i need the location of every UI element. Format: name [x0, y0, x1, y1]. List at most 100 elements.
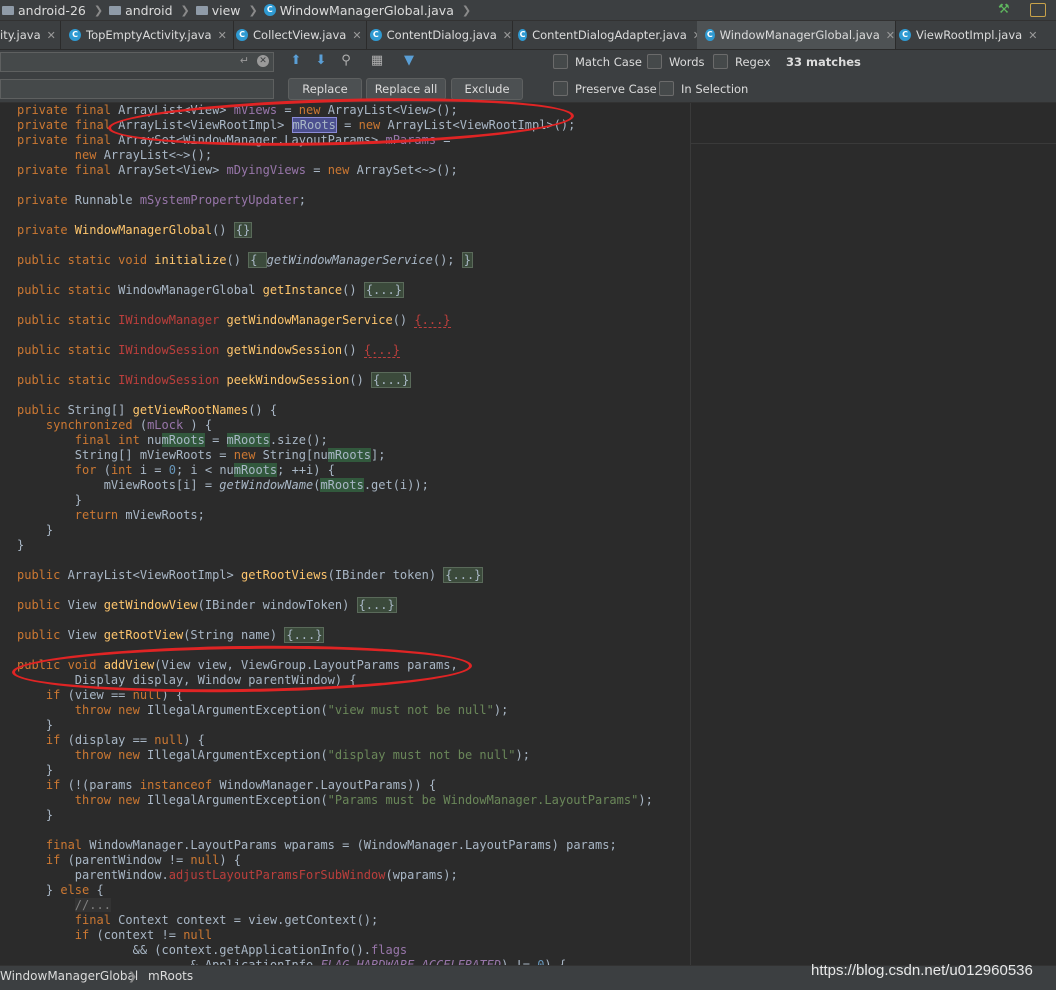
replace-all-button[interactable]: Replace all — [366, 78, 446, 100]
code-line[interactable] — [0, 298, 690, 313]
checkbox-box[interactable] — [713, 54, 728, 69]
code-line[interactable]: public View getWindowView(IBinder window… — [0, 597, 690, 613]
code-line[interactable] — [0, 328, 690, 343]
next-occurrence-icon[interactable]: ⬇ — [314, 54, 328, 68]
breadcrumb-item-android-26[interactable]: android-26 — [0, 3, 86, 18]
code-line[interactable]: private final ArrayList<View> mViews = n… — [0, 103, 690, 118]
code-line[interactable] — [0, 643, 690, 658]
tab-view-root-impl[interactable]: C ViewRootImpl.java ✕ — [891, 21, 1056, 49]
tab-collect-view[interactable]: C CollectView.java ✕ — [228, 21, 367, 49]
select-all-occurrences-icon[interactable]: ▦ — [370, 54, 384, 68]
search-input[interactable]: ↵ ✕ — [0, 52, 274, 72]
replace-button[interactable]: Replace — [288, 78, 362, 100]
code-line[interactable]: mViewRoots[i] = getWindowName(mRoots.get… — [0, 478, 690, 493]
close-icon[interactable]: ✕ — [47, 29, 56, 42]
code-line[interactable]: private final ArraySet<WindowManager.Lay… — [0, 133, 690, 148]
close-icon[interactable]: ✕ — [352, 29, 361, 42]
code-line[interactable]: public static IWindowSession getWindowSe… — [0, 343, 690, 358]
code-line[interactable] — [0, 583, 690, 598]
code-line[interactable] — [0, 553, 690, 568]
code-line[interactable]: if (view == null) { — [0, 688, 690, 703]
code-line[interactable]: private Runnable mSystemPropertyUpdater; — [0, 193, 690, 208]
code-line[interactable]: final WindowManager.LayoutParams wparams… — [0, 838, 690, 853]
code-line[interactable]: throw new IllegalArgumentException("Para… — [0, 793, 690, 808]
code-line[interactable]: if (display == null) { — [0, 733, 690, 748]
code-line[interactable]: return mViewRoots; — [0, 508, 690, 523]
checkbox-box[interactable] — [659, 81, 674, 96]
code-line[interactable]: } — [0, 538, 690, 553]
filter-icon[interactable]: ▼ — [402, 54, 416, 68]
code-line[interactable] — [0, 358, 690, 373]
code-line[interactable]: } — [0, 808, 690, 823]
close-icon[interactable]: ✕ — [1028, 29, 1037, 42]
tab-content-dialog-adapter[interactable]: C ContentDialogAdapter.java ✕ — [510, 21, 703, 49]
code-line[interactable]: throw new IllegalArgumentException("view… — [0, 703, 690, 718]
match-case-checkbox[interactable]: Match Case — [553, 54, 642, 69]
code-line[interactable]: } — [0, 493, 690, 508]
code-line[interactable]: private final ArraySet<View> mDyingViews… — [0, 163, 690, 178]
code-line[interactable]: private WindowManagerGlobal() {} — [0, 222, 690, 238]
code-line[interactable]: parentWindow.adjustLayoutParamsForSubWin… — [0, 868, 690, 883]
exclude-button[interactable]: Exclude — [451, 78, 523, 100]
code-line[interactable]: if (!(params instanceof WindowManager.La… — [0, 778, 690, 793]
clear-search-icon[interactable]: ✕ — [257, 55, 269, 67]
status-class-name[interactable]: WindowManagerGlobal — [0, 969, 138, 983]
hammer-icon[interactable]: ⚒ — [998, 2, 1010, 17]
replace-input[interactable] — [0, 79, 274, 99]
checkbox-box[interactable] — [553, 54, 568, 69]
code-line[interactable]: public ArrayList<ViewRootImpl> getRootVi… — [0, 567, 690, 583]
code-line[interactable]: public static WindowManagerGlobal getIns… — [0, 282, 690, 298]
code-line[interactable] — [0, 208, 690, 223]
words-checkbox[interactable]: Words — [647, 54, 705, 69]
run-config-icon[interactable] — [1030, 3, 1046, 17]
code-line[interactable]: //... — [0, 898, 690, 913]
code-line[interactable]: public void addView(View view, ViewGroup… — [0, 658, 690, 673]
code-line[interactable]: } else { — [0, 883, 690, 898]
breadcrumb-item-android[interactable]: android — [107, 3, 173, 18]
tab-ity-java[interactable]: ity.java ✕ — [0, 21, 61, 49]
code-line[interactable]: if (parentWindow != null) { — [0, 853, 690, 868]
code-line[interactable]: } — [0, 763, 690, 778]
code-line[interactable] — [0, 388, 690, 403]
code-line[interactable]: if (context != null — [0, 928, 690, 943]
regex-checkbox[interactable]: Regex — [713, 54, 771, 69]
code-line[interactable]: synchronized (mLock ) { — [0, 418, 690, 433]
code-line[interactable] — [0, 178, 690, 193]
tab-top-empty-activity[interactable]: C TopEmptyActivity.java ✕ — [61, 21, 234, 49]
code-editor[interactable]: private final ArrayList<View> mViews = n… — [0, 103, 690, 965]
code-line[interactable]: public static IWindowSession peekWindowS… — [0, 372, 690, 388]
code-line[interactable] — [0, 823, 690, 838]
find-all-icon[interactable]: ⚲ — [339, 54, 353, 68]
code-line[interactable]: final Context context = view.getContext(… — [0, 913, 690, 928]
code-line[interactable] — [0, 613, 690, 628]
checkbox-box[interactable] — [647, 54, 662, 69]
code-line[interactable]: final int numRoots = mRoots.size(); — [0, 433, 690, 448]
previous-occurrence-icon[interactable]: ⬆ — [289, 54, 303, 68]
code-line[interactable]: public static IWindowManager getWindowMa… — [0, 313, 690, 328]
checkbox-box[interactable] — [553, 81, 568, 96]
code-line[interactable]: & ApplicationInfo.FLAG_HARDWARE_ACCELERA… — [0, 958, 690, 965]
code-line[interactable]: } — [0, 523, 690, 538]
code-line[interactable]: public View getRootView(String name) {..… — [0, 627, 690, 643]
code-line[interactable]: Display display, Window parentWindow) { — [0, 673, 690, 688]
code-line[interactable]: String[] mViewRoots = new String[numRoot… — [0, 448, 690, 463]
code-line[interactable]: for (int i = 0; i < numRoots; ++i) { — [0, 463, 690, 478]
code-line[interactable] — [0, 238, 690, 253]
breadcrumb-item-file[interactable]: C WindowManagerGlobal.java — [262, 3, 454, 18]
code-line[interactable]: public static void initialize() { getWin… — [0, 252, 690, 268]
code-line[interactable]: && (context.getApplicationInfo().flags — [0, 943, 690, 958]
status-member-name[interactable]: mRoots — [148, 969, 193, 983]
code-token: ArrayList<View> — [118, 103, 234, 117]
tab-content-dialog[interactable]: C ContentDialog.java ✕ — [362, 21, 513, 49]
breadcrumb-item-view[interactable]: view — [194, 3, 241, 18]
code-line[interactable]: private final ArrayList<ViewRootImpl> mR… — [0, 117, 690, 133]
code-line[interactable]: } — [0, 718, 690, 733]
code-line[interactable]: new ArrayList<~>(); — [0, 148, 690, 163]
tab-window-manager-global[interactable]: C WindowManagerGlobal.java ✕ — [697, 21, 896, 49]
in-selection-checkbox[interactable]: In Selection — [659, 81, 748, 96]
preserve-case-checkbox[interactable]: Preserve Case — [553, 81, 657, 96]
close-icon[interactable]: ✕ — [218, 29, 227, 42]
code-line[interactable] — [0, 268, 690, 283]
code-line[interactable]: public String[] getViewRootNames() { — [0, 403, 690, 418]
code-line[interactable]: throw new IllegalArgumentException("disp… — [0, 748, 690, 763]
